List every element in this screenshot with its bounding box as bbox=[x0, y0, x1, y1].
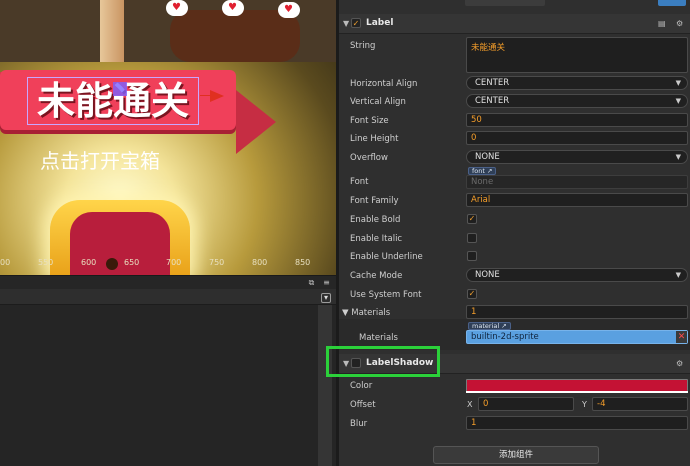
ruler-tick: 650 bbox=[124, 258, 140, 267]
offset-y-input[interactable]: -4 bbox=[592, 397, 688, 411]
enable-bold-label: Enable Bold bbox=[350, 215, 401, 225]
vertical-align-select[interactable]: CENTER ▼ bbox=[466, 94, 688, 108]
scene-view[interactable]: ♥ ♥ ♥ 未能通关 点击打开宝箱 00 550 600 650 700 750… bbox=[0, 0, 336, 275]
console-panel bbox=[0, 289, 336, 466]
overflow-select[interactable]: NONE ▼ bbox=[466, 150, 688, 164]
font-label: Font bbox=[350, 177, 369, 187]
move-handle-icon[interactable] bbox=[113, 82, 127, 96]
chevron-down-icon: ▼ bbox=[675, 153, 681, 161]
book-icon[interactable]: ▤ bbox=[658, 19, 666, 28]
materials-label-text: Materials bbox=[351, 308, 391, 318]
cache-mode-label: Cache Mode bbox=[350, 271, 403, 281]
material-asset-tag[interactable]: material ↗ bbox=[468, 322, 511, 330]
vertical-align-label: Vertical Align bbox=[350, 97, 406, 107]
materials-label: ▼ Materials bbox=[342, 308, 390, 318]
string-textarea[interactable]: 未能通关 bbox=[466, 37, 688, 73]
enable-italic-label: Enable Italic bbox=[350, 234, 403, 244]
materials-sub-label: Materials bbox=[359, 333, 398, 343]
console-panel-header bbox=[0, 289, 336, 305]
enable-italic-checkbox[interactable] bbox=[467, 233, 477, 243]
heart-bubble-icon: ♥ bbox=[278, 2, 300, 18]
top-action-button[interactable] bbox=[658, 0, 686, 6]
blend-select-partial[interactable] bbox=[465, 0, 545, 6]
materials-count-input[interactable]: 1 bbox=[466, 305, 688, 319]
tribe-characters bbox=[170, 10, 300, 62]
gear-icon[interactable]: ⚙ bbox=[676, 359, 683, 368]
font-size-input[interactable]: 50 bbox=[466, 113, 688, 127]
font-family-label: Font Family bbox=[350, 196, 399, 206]
ruler-tick: 750 bbox=[209, 258, 225, 267]
add-component-button[interactable]: 添加组件 bbox=[433, 446, 599, 464]
heart-bubble-icon: ♥ bbox=[222, 0, 244, 16]
menu-icon[interactable]: ≡ bbox=[322, 278, 331, 287]
collapse-arrow-icon[interactable]: ▼ bbox=[343, 19, 349, 28]
component-name: Label bbox=[366, 18, 394, 28]
totem-pillar bbox=[100, 0, 124, 62]
use-system-font-checkbox[interactable]: ✓ bbox=[467, 289, 477, 299]
heart-bubble-icon: ♥ bbox=[166, 0, 188, 16]
highlight-annotation bbox=[326, 346, 440, 377]
ruler-tick: 850 bbox=[295, 258, 311, 267]
color-label: Color bbox=[350, 381, 373, 391]
offset-x-input[interactable]: 0 bbox=[478, 397, 574, 411]
delete-material-icon[interactable]: ✕ bbox=[676, 331, 687, 343]
font-size-label: Font Size bbox=[350, 116, 389, 126]
offset-y-axis-label: Y bbox=[582, 400, 587, 409]
material-asset-field[interactable]: builtin-2d-sprite bbox=[466, 330, 688, 344]
panel-scrollbar[interactable] bbox=[318, 305, 332, 466]
banner-tail bbox=[236, 90, 276, 154]
editor-window: ♥ ♥ ♥ 未能通关 点击打开宝箱 00 550 600 650 700 750… bbox=[0, 0, 690, 466]
string-label: String bbox=[350, 41, 376, 51]
vertical-align-value: CENTER bbox=[475, 96, 510, 106]
gear-icon[interactable]: ⚙ bbox=[676, 19, 683, 28]
panel-tab-bar bbox=[0, 275, 336, 289]
scene-ruler: 00 550 600 650 700 750 800 850 bbox=[0, 258, 336, 270]
enable-bold-checkbox[interactable]: ✓ bbox=[467, 214, 477, 224]
chevron-down-icon: ▼ bbox=[675, 97, 681, 105]
chevron-down-icon: ▼ bbox=[675, 271, 681, 279]
horizontal-align-label: Horizontal Align bbox=[350, 79, 418, 89]
cache-mode-value: NONE bbox=[475, 270, 500, 280]
label-component-header[interactable]: ▼ ✓ Label ▤ ⚙ bbox=[339, 14, 690, 34]
scene-subtitle-label: 点击打开宝箱 bbox=[40, 149, 160, 173]
label-enabled-checkbox[interactable]: ✓ bbox=[351, 18, 361, 28]
window-icon[interactable]: ⧉ bbox=[307, 278, 316, 287]
offset-label: Offset bbox=[350, 400, 376, 410]
line-height-input[interactable]: 0 bbox=[466, 131, 688, 145]
line-height-label: Line Height bbox=[350, 134, 399, 144]
blur-input[interactable]: 1 bbox=[466, 416, 688, 430]
ruler-tick: 600 bbox=[81, 258, 97, 267]
chevron-down-icon: ▼ bbox=[675, 79, 681, 87]
cache-mode-select[interactable]: NONE ▼ bbox=[466, 268, 688, 282]
horizontal-align-value: CENTER bbox=[475, 78, 510, 88]
ruler-tick: 550 bbox=[38, 258, 54, 267]
collapse-icon[interactable]: ▾ bbox=[321, 293, 331, 303]
overflow-label: Overflow bbox=[350, 153, 388, 163]
font-asset-field[interactable]: None bbox=[466, 175, 688, 189]
ruler-tick: 700 bbox=[166, 258, 182, 267]
ruler-tick: 800 bbox=[252, 258, 268, 267]
materials-collapse-icon[interactable]: ▼ bbox=[342, 308, 349, 318]
font-asset-tag[interactable]: font ↗ bbox=[468, 167, 497, 175]
font-family-input[interactable]: Arial bbox=[466, 193, 688, 207]
color-alpha-bar bbox=[466, 391, 688, 393]
enable-underline-label: Enable Underline bbox=[350, 252, 423, 262]
offset-x-axis-label: X bbox=[467, 400, 473, 409]
enable-underline-checkbox[interactable] bbox=[467, 251, 477, 261]
horizontal-align-select[interactable]: CENTER ▼ bbox=[466, 76, 688, 90]
x-axis-arrow-icon[interactable] bbox=[210, 90, 224, 102]
blur-label: Blur bbox=[350, 419, 368, 429]
use-system-font-label: Use System Font bbox=[350, 290, 422, 300]
overflow-value: NONE bbox=[475, 152, 500, 162]
ruler-tick: 00 bbox=[0, 258, 11, 267]
